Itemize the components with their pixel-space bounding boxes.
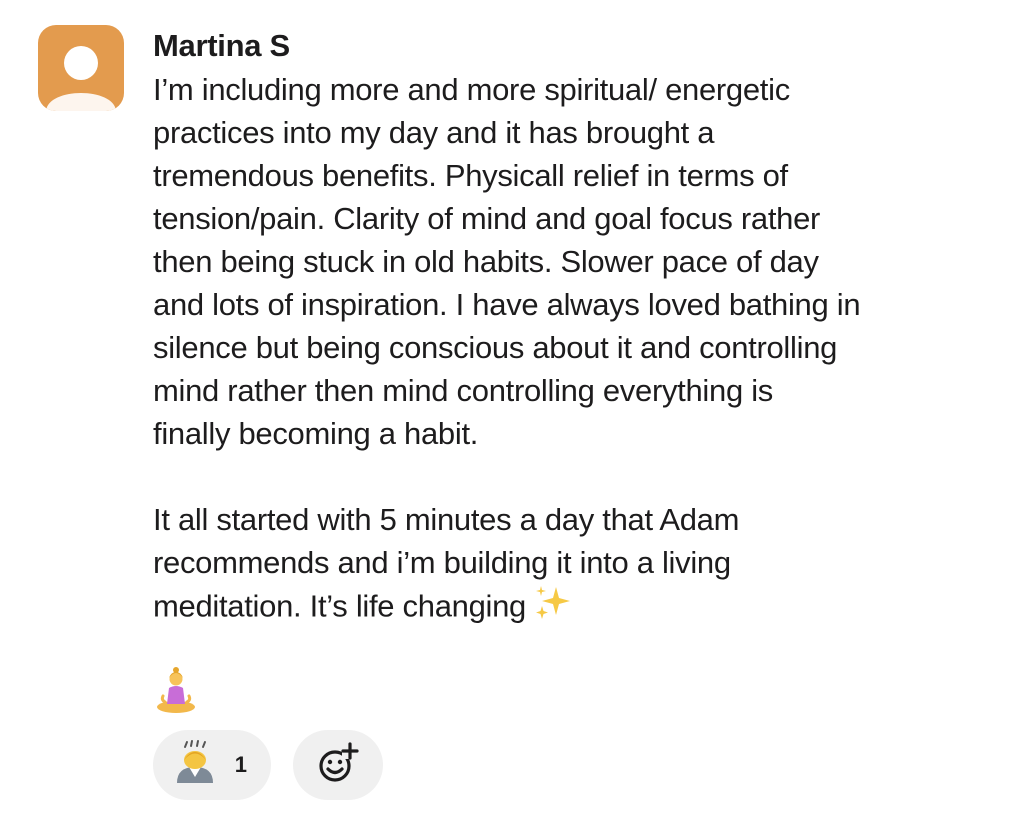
message-container: Martina S I’m including more and more sp… [153,24,1013,633]
person-silhouette-icon [46,46,116,111]
message-line: silence but being conscious about it and… [153,330,838,365]
message-paragraph-1: I’m including more and more spiritual/ e… [153,68,1013,455]
reactions-bar: 1 [153,730,383,800]
message-line: finally becoming a habit. [153,416,479,451]
woman-in-lotus-position-icon [155,666,197,714]
message-line: It all started with 5 minutes a day that… [153,502,740,537]
message-line: then being stuck in old habits. Slower p… [153,244,819,279]
person-bowing-icon [171,739,219,792]
message-line: tremendous benefits. Physicall relief in… [153,158,788,193]
message-line-last: meditation. It’s life changing [153,584,1013,633]
message-line: mind rather then mind controlling everyt… [153,373,773,408]
avatar[interactable] [38,25,124,111]
author-name[interactable]: Martina S [153,24,1013,68]
message-body: I’m including more and more spiritual/ e… [153,68,1013,633]
add-reaction-icon [314,739,362,792]
message-line: tension/pain. Clarity of mind and goal f… [153,201,821,236]
message-paragraph-2: It all started with 5 minutes a day that… [153,498,1013,633]
add-reaction-button[interactable] [293,730,383,800]
message-line-text: meditation. It’s life changing [153,588,526,624]
message-line: practices into my day and it has brought… [153,115,715,150]
message-line: and lots of inspiration. I have always l… [153,287,861,322]
reaction-person-bowing[interactable]: 1 [153,730,271,800]
message-line: recommends and i’m building it into a li… [153,545,731,580]
sparkles-icon [534,584,572,633]
message-line: I’m including more and more spiritual/ e… [153,72,790,107]
reaction-count: 1 [234,752,247,777]
